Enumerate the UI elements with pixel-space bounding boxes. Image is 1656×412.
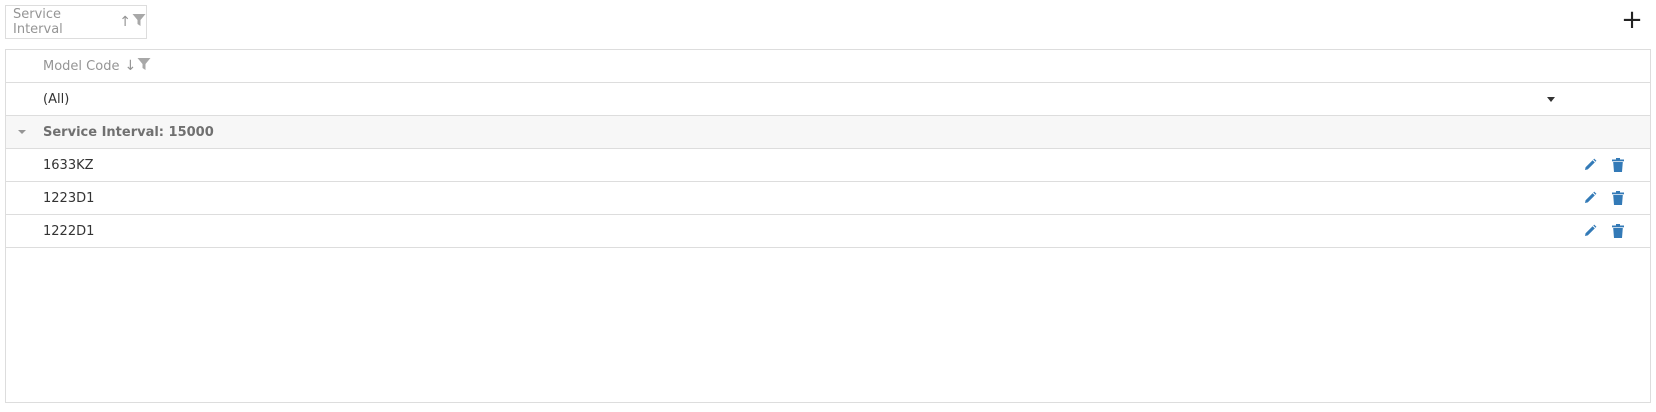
column-header-label: Model Code xyxy=(43,58,120,74)
group-chip-service-interval[interactable]: Service Interval ↑ xyxy=(5,5,147,39)
add-button[interactable]: + xyxy=(1620,6,1644,34)
table-row: 1633KZ xyxy=(6,149,1650,182)
edit-icon[interactable] xyxy=(1581,156,1599,174)
group-panel: Service Interval ↑ + xyxy=(0,0,1656,44)
filter-icon[interactable] xyxy=(132,13,146,31)
trash-icon[interactable] xyxy=(1609,222,1627,240)
sort-descending-icon[interactable]: ↓ xyxy=(124,59,136,73)
edit-icon[interactable] xyxy=(1581,222,1599,240)
group-chip-label: Service Interval xyxy=(13,7,63,37)
edit-icon[interactable] xyxy=(1581,189,1599,207)
group-row: Service Interval: 15000 xyxy=(6,116,1650,149)
column-header-model-code[interactable]: Model Code ↓ xyxy=(43,57,151,75)
chevron-down-icon[interactable] xyxy=(1547,96,1555,102)
model-code-filter-select[interactable]: (All) xyxy=(43,92,69,107)
collapse-caret-icon[interactable] xyxy=(18,130,26,134)
group-label: Service Interval: 15000 xyxy=(43,124,214,140)
data-grid: Model Code ↓ (All) Service Interval: 150… xyxy=(5,49,1651,403)
model-code-cell: 1223D1 xyxy=(43,190,95,206)
trash-icon[interactable] xyxy=(1609,189,1627,207)
filter-icon[interactable] xyxy=(137,57,151,75)
trash-icon[interactable] xyxy=(1609,156,1627,174)
model-code-cell: 1633KZ xyxy=(43,157,94,173)
sort-ascending-icon[interactable]: ↑ xyxy=(119,15,131,29)
model-code-cell: 1222D1 xyxy=(43,223,95,239)
filter-row: (All) xyxy=(6,83,1650,116)
header-row: Model Code ↓ xyxy=(6,50,1650,83)
table-row: 1222D1 xyxy=(6,215,1650,248)
table-row: 1223D1 xyxy=(6,182,1650,215)
